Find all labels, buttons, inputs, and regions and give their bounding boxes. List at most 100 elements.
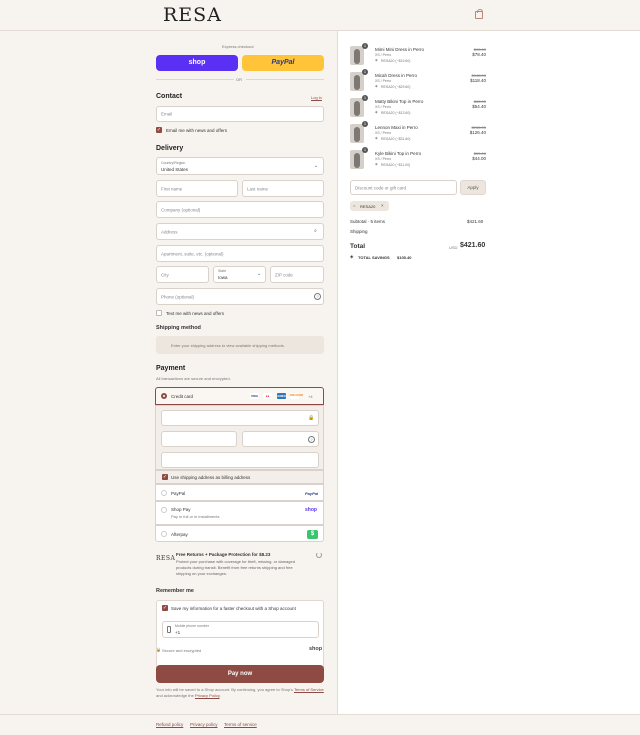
terms-link[interactable]: Terms of Service xyxy=(294,687,324,692)
discount-field[interactable]: Discount code or gift card xyxy=(350,180,457,195)
terms-of-service-link[interactable]: Terms of service xyxy=(224,722,257,727)
billing-option: ✓ Use shipping address as billing addres… xyxy=(155,470,324,484)
shop-pay-logo: shop xyxy=(305,507,317,513)
shipping-notice: Enter your shipping address to view avai… xyxy=(156,336,324,354)
cart-item: 1 Kyle Bikini Top in Perro XS / Perro ◈ … xyxy=(350,147,486,171)
afterpay-icon: $ xyxy=(307,530,318,539)
store-logo[interactable]: RESA xyxy=(163,4,222,26)
item-discount: RESA20 (−$29.60) xyxy=(381,84,411,89)
afterpay-option[interactable]: Afterpay $ xyxy=(155,525,324,542)
shop-logo: shop xyxy=(309,646,323,652)
quantity-badge: 1 xyxy=(362,69,368,75)
privacy-link[interactable]: Privacy Policy xyxy=(195,693,220,698)
security-code-field[interactable]: ? xyxy=(242,431,319,447)
product-variant: XS / Perro xyxy=(375,131,392,135)
item-discount: RESA20 (−$19.60) xyxy=(381,58,411,63)
country-select[interactable]: Country/Region United States ⌄ xyxy=(156,157,324,175)
card-number-field[interactable]: 🔒 xyxy=(161,410,319,426)
company-field[interactable]: Company (optional) xyxy=(156,201,324,218)
close-icon[interactable]: × xyxy=(381,203,384,208)
help-icon[interactable]: ? xyxy=(314,293,321,300)
item-price: $44.00 xyxy=(472,156,486,161)
help-icon[interactable]: ? xyxy=(308,436,315,443)
remember-panel: ✓ Save my information for a faster check… xyxy=(156,600,324,672)
first-name-field[interactable]: First name xyxy=(156,180,238,197)
text-label: Text me with news and offers xyxy=(166,311,224,316)
product-name: Matty Bikini Top in Perro xyxy=(375,99,424,104)
product-variant: XS / Perro xyxy=(375,105,392,109)
email-field[interactable]: Email xyxy=(156,106,324,122)
expiry-field[interactable] xyxy=(161,431,237,447)
shopping-bag-icon[interactable] xyxy=(475,9,483,19)
tag-icon: ⌂ xyxy=(353,203,356,208)
credit-card-option[interactable]: Credit card VISA ●● AMEX DISCOVER +4 xyxy=(155,387,324,405)
save-info-checkbox[interactable]: ✓ xyxy=(162,605,168,611)
payment-subtitle: All transactions are secure and encrypte… xyxy=(156,376,231,381)
mobile-phone-field[interactable]: Mobile phone number +1 xyxy=(162,621,319,638)
phone-icon xyxy=(167,626,171,633)
phone-field[interactable]: Phone (optional) ? xyxy=(156,288,324,305)
apartment-field[interactable]: Apartment, suite, etc. (optional) xyxy=(156,245,324,262)
paypal-option[interactable]: PayPal PayPal xyxy=(155,484,324,501)
city-field[interactable]: City xyxy=(156,266,209,283)
product-image xyxy=(350,98,364,117)
product-name: Kyle Bikini Top in Perro xyxy=(375,151,422,156)
cart-item: 1 Micah Dress in Perro XS / Perro ◈ RESA… xyxy=(350,69,486,93)
search-icon: ⌕ xyxy=(314,228,317,234)
billing-checkbox[interactable]: ✓ xyxy=(162,474,168,480)
product-image xyxy=(350,124,364,143)
paypal-radio[interactable] xyxy=(161,490,167,496)
chevron-down-icon: ⌄ xyxy=(257,271,262,277)
shop-pay-radio[interactable] xyxy=(161,507,167,513)
last-name-field[interactable]: Last name xyxy=(242,180,324,197)
shop-pay-option[interactable]: Shop Pay Pay in full or in installments … xyxy=(155,501,324,525)
zip-field[interactable]: ZIP code xyxy=(270,266,324,283)
privacy-policy-link[interactable]: Privacy policy xyxy=(190,722,218,727)
quantity-badge: 1 xyxy=(362,121,368,127)
product-variant: XS / Perro xyxy=(375,79,392,83)
shop-disclaimer: Your info will be saved to a Shop accoun… xyxy=(156,687,324,698)
news-checkbox[interactable]: ✓ xyxy=(156,127,162,133)
divider xyxy=(246,79,324,80)
protection-title: Free Returns + Package Protection for $8… xyxy=(176,552,271,557)
lock-icon: 🔒 xyxy=(156,647,161,652)
discount-icon: ◈ xyxy=(375,110,378,114)
currency-label: USD xyxy=(449,245,458,250)
secure-label: Secure and encrypted xyxy=(162,648,202,653)
pay-now-button[interactable]: Pay now xyxy=(156,665,324,683)
visa-icon: VISA xyxy=(250,393,259,399)
item-price: $118.40 xyxy=(470,78,486,83)
quantity-badge: 1 xyxy=(362,147,368,153)
item-price: $126.40 xyxy=(469,130,486,135)
product-image xyxy=(350,150,364,169)
product-name: Micah Dress in Perro xyxy=(375,73,418,78)
subtotal-label: Subtotal · 5 items xyxy=(350,219,386,224)
news-label: Email me with news and offers xyxy=(166,128,227,133)
name-on-card-field[interactable] xyxy=(161,452,319,468)
mastercard-icon: ●● xyxy=(263,393,272,399)
cart-item: 1 Mimi Mini Dress in Perro XS / Perro ◈ … xyxy=(350,43,486,67)
contact-title: Contact xyxy=(156,93,183,100)
product-variant: XS / Perro xyxy=(375,157,392,161)
afterpay-radio[interactable] xyxy=(161,531,167,537)
address-field[interactable]: Address ⌕ xyxy=(156,223,324,240)
credit-card-radio[interactable] xyxy=(161,393,167,399)
savings-value: $105.40 xyxy=(397,255,412,260)
item-discount: RESA20 (−$11.00) xyxy=(381,162,411,167)
discover-icon: DISCOVER xyxy=(290,393,304,399)
protection-logo: RESA xyxy=(156,555,176,562)
apply-button[interactable]: Apply xyxy=(460,180,486,195)
total-label: Total xyxy=(350,243,366,250)
paypal-button[interactable]: PayPal xyxy=(242,55,324,71)
shop-pay-button[interactable]: shop xyxy=(156,55,238,71)
product-variant: XS / Perro xyxy=(375,53,392,57)
refund-policy-link[interactable]: Refund policy xyxy=(156,722,183,727)
login-link[interactable]: Log in xyxy=(311,95,322,100)
text-checkbox[interactable] xyxy=(156,310,162,316)
amex-icon: AMEX xyxy=(277,393,286,399)
item-discount: RESA20 (−$31.60) xyxy=(381,136,411,141)
discount-icon: ◈ xyxy=(375,58,378,62)
order-summary: 1 Mimi Mini Dress in Perro XS / Perro ◈ … xyxy=(337,31,640,714)
discount-icon: ◈ xyxy=(375,84,378,88)
state-select[interactable]: State Iowa ⌄ xyxy=(213,266,266,283)
